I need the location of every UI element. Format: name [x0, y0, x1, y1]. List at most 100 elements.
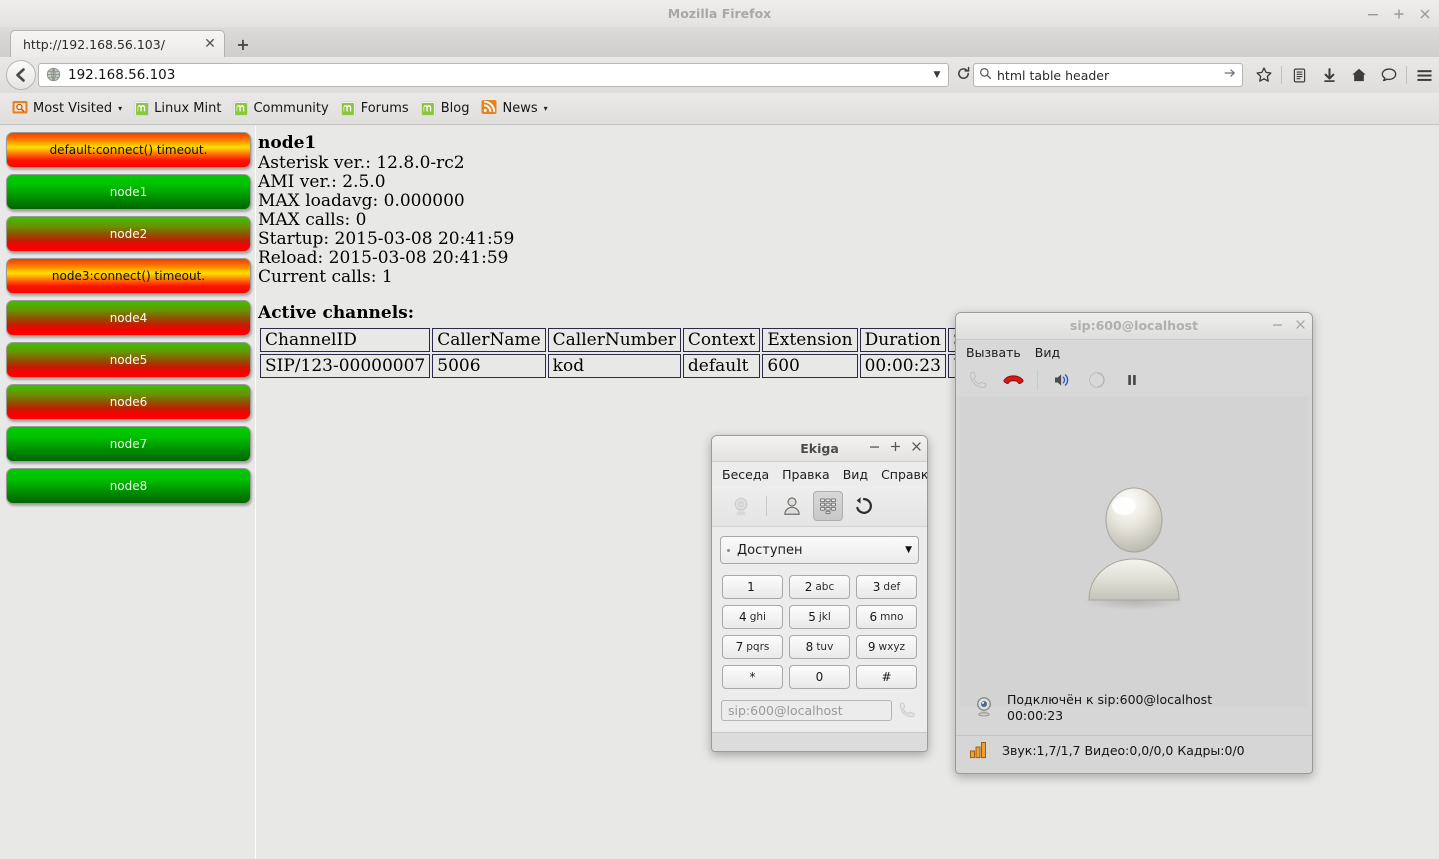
menu-hamburger-icon[interactable] [1409, 60, 1439, 90]
url-text[interactable]: 192.168.56.103 [68, 67, 930, 83]
contact-icon[interactable] [777, 491, 807, 521]
node-button-label: node6 [110, 395, 148, 409]
reading-list-icon[interactable] [1284, 60, 1314, 90]
minimize-icon[interactable] [869, 441, 880, 456]
minimize-icon[interactable] [1367, 8, 1379, 20]
bookmark-blog[interactable]: Blog [415, 97, 476, 121]
chat-icon[interactable] [1374, 60, 1404, 90]
cell-callername: 5006 [432, 354, 545, 378]
dialpad-key-0[interactable]: 0 [789, 665, 850, 689]
node-button-node6[interactable]: node6 [6, 384, 251, 420]
node-button-node5[interactable]: node5 [6, 342, 251, 378]
reload-icon[interactable] [953, 66, 973, 85]
search-input[interactable]: html table header [997, 68, 1223, 83]
arrow-right-icon[interactable] [1223, 66, 1237, 84]
chevron-down-icon[interactable]: ▼ [930, 70, 944, 80]
bookmark-news[interactable]: News ▾ [475, 97, 553, 121]
node-button-node3[interactable]: node3:connect() timeout. [6, 258, 251, 294]
dialpad-key-2[interactable]: 2 abc [789, 575, 850, 599]
call-window-titlebar: sip:600@localhost [956, 313, 1312, 340]
call-window-toolbar [956, 364, 1312, 396]
close-icon[interactable]: ✕ [202, 37, 218, 53]
chevron-down-icon[interactable]: ▼ [905, 545, 912, 555]
info-asterisk-version: Asterisk ver.: 12.8.0-rc2 [258, 154, 1439, 173]
url-bar[interactable]: 192.168.56.103 ▼ [38, 63, 949, 87]
dialpad-key-9[interactable]: 9 wxyz [856, 635, 917, 659]
bookmark-community[interactable]: Community [227, 97, 334, 121]
node-button-node8[interactable]: node8 [6, 468, 251, 504]
sip-address-input[interactable]: sip:600@localhost [721, 700, 892, 721]
key-number: 4 [739, 610, 747, 624]
dialpad-icon[interactable] [813, 491, 843, 521]
key-letters: ghi [750, 611, 766, 623]
close-icon[interactable] [1295, 319, 1306, 334]
presence-status-value: Доступен [737, 543, 905, 558]
minimize-icon[interactable] [1272, 319, 1283, 334]
browser-tab[interactable]: http://192.168.56.103/ ✕ [10, 30, 225, 58]
dialpad-key-5[interactable]: 5 jkl [789, 605, 850, 629]
mute-icon [1082, 365, 1112, 395]
key-letters: abc [815, 581, 834, 593]
node-button-node1[interactable]: node1 [6, 174, 251, 210]
menu-item-call[interactable]: Вызвать [966, 345, 1021, 360]
dialpad-key-hash[interactable]: # [856, 665, 917, 689]
most-visited-folder-icon [12, 99, 28, 119]
search-icon [979, 67, 992, 84]
bookmark-label: News [502, 101, 537, 116]
maximize-icon[interactable] [1393, 8, 1405, 20]
node-button-node4[interactable]: node4 [6, 300, 251, 336]
dialpad-key-4[interactable]: 4 ghi [722, 605, 783, 629]
key-letters: tuv [816, 641, 833, 653]
maximize-icon[interactable] [890, 441, 901, 456]
speaker-icon[interactable] [1047, 365, 1077, 395]
tab-strip: http://192.168.56.103/ ✕ + [0, 27, 1439, 58]
node-button-node2[interactable]: node2 [6, 216, 251, 252]
node-button-label: node5 [110, 353, 148, 367]
search-bar[interactable]: html table header [973, 63, 1243, 87]
node-button-label: node2 [110, 227, 148, 241]
home-icon[interactable] [1344, 60, 1374, 90]
menu-item-view[interactable]: Вид [843, 467, 868, 482]
dialpad-key-3[interactable]: 3 def [856, 575, 917, 599]
bookmark-linux-mint[interactable]: Linux Mint [128, 97, 227, 121]
tab-label: http://192.168.56.103/ [23, 37, 202, 52]
dialpad-key-8[interactable]: 8 tuv [789, 635, 850, 659]
video-area[interactable] [960, 397, 1308, 707]
call-quality-text: Звук:1,7/1,7 Видео:0,0/0,0 Кадры:0/0 [1002, 743, 1245, 758]
node-button-default[interactable]: default:connect() timeout. [6, 132, 251, 168]
bookmark-label: Community [253, 101, 328, 116]
key-number: 6 [870, 610, 878, 624]
close-icon[interactable] [911, 441, 922, 456]
downloads-icon[interactable] [1314, 60, 1344, 90]
dialpad-key-7[interactable]: 7 pqrs [722, 635, 783, 659]
hangup-icon[interactable] [998, 365, 1028, 395]
menu-item-view[interactable]: Вид [1035, 345, 1060, 360]
close-icon[interactable] [1419, 8, 1431, 20]
call-icon [963, 365, 993, 395]
menu-item-edit[interactable]: Правка [782, 467, 830, 482]
bookmark-forums[interactable]: Forums [335, 97, 415, 121]
chevron-down-icon[interactable]: ▾ [118, 104, 122, 113]
menu-item-help[interactable]: Справка [881, 467, 928, 482]
menu-item-chat[interactable]: Беседа [722, 467, 769, 482]
bookmarks-toolbar: Most Visited ▾ Linux Mint Community [0, 93, 1439, 125]
presence-status-dropdown[interactable]: Доступен ▼ [720, 536, 919, 564]
back-arrow-icon[interactable] [6, 60, 36, 90]
phone-handset-icon[interactable] [896, 699, 918, 721]
navigation-toolbar: 192.168.56.103 ▼ html table header [0, 57, 1439, 94]
pause-icon[interactable] [1117, 365, 1147, 395]
new-tab-button[interactable]: + [233, 35, 253, 55]
dialpad-key-6[interactable]: 6 mno [856, 605, 917, 629]
history-icon[interactable] [849, 491, 879, 521]
linux-mint-icon [341, 101, 356, 116]
column-header-context: Context [683, 328, 761, 352]
bookmark-star-icon[interactable] [1249, 60, 1279, 90]
bookmark-label: Most Visited [33, 101, 112, 116]
chevron-down-icon[interactable]: ▾ [544, 104, 548, 113]
dialpad-key-1[interactable]: 1 [722, 575, 783, 599]
bookmark-most-visited[interactable]: Most Visited ▾ [6, 97, 128, 121]
globe-icon [46, 67, 62, 83]
key-letters: def [883, 581, 900, 593]
dialpad-key-star[interactable]: * [722, 665, 783, 689]
node-button-node7[interactable]: node7 [6, 426, 251, 462]
